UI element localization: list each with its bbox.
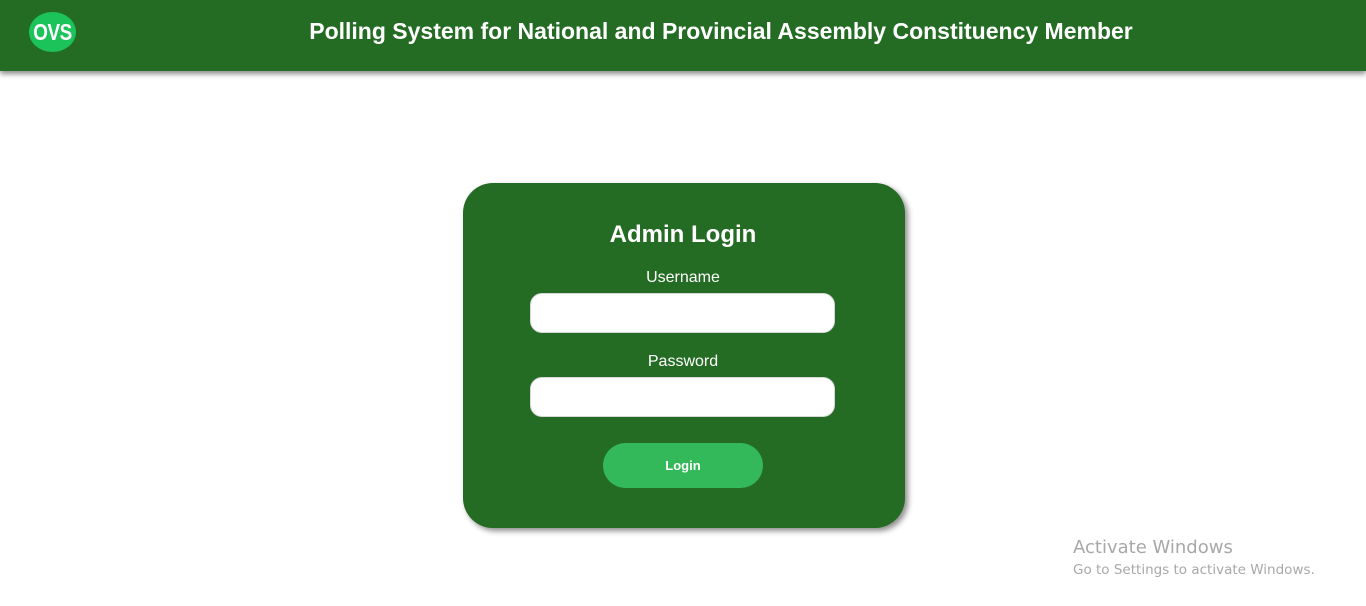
- top-header-bar: OVS Polling System for National and Prov…: [0, 0, 1366, 71]
- logo-text: OVS: [33, 18, 72, 45]
- login-button[interactable]: Login: [603, 443, 763, 488]
- page-title: Polling System for National and Provinci…: [309, 18, 1133, 44]
- ovs-logo: OVS: [29, 12, 76, 52]
- password-label: Password: [647, 353, 719, 370]
- watermark-title: Activate Windows: [1073, 537, 1233, 558]
- admin-login-card: Admin Login Username Password Login: [463, 183, 905, 528]
- username-input[interactable]: [530, 293, 835, 333]
- activate-windows-watermark: Activate Windows Go to Settings to activ…: [1073, 537, 1315, 580]
- password-input[interactable]: [530, 377, 835, 417]
- username-label: Username: [646, 269, 720, 286]
- login-card-title: Admin Login: [609, 221, 757, 248]
- watermark-subtitle: Go to Settings to activate Windows.: [1073, 562, 1315, 578]
